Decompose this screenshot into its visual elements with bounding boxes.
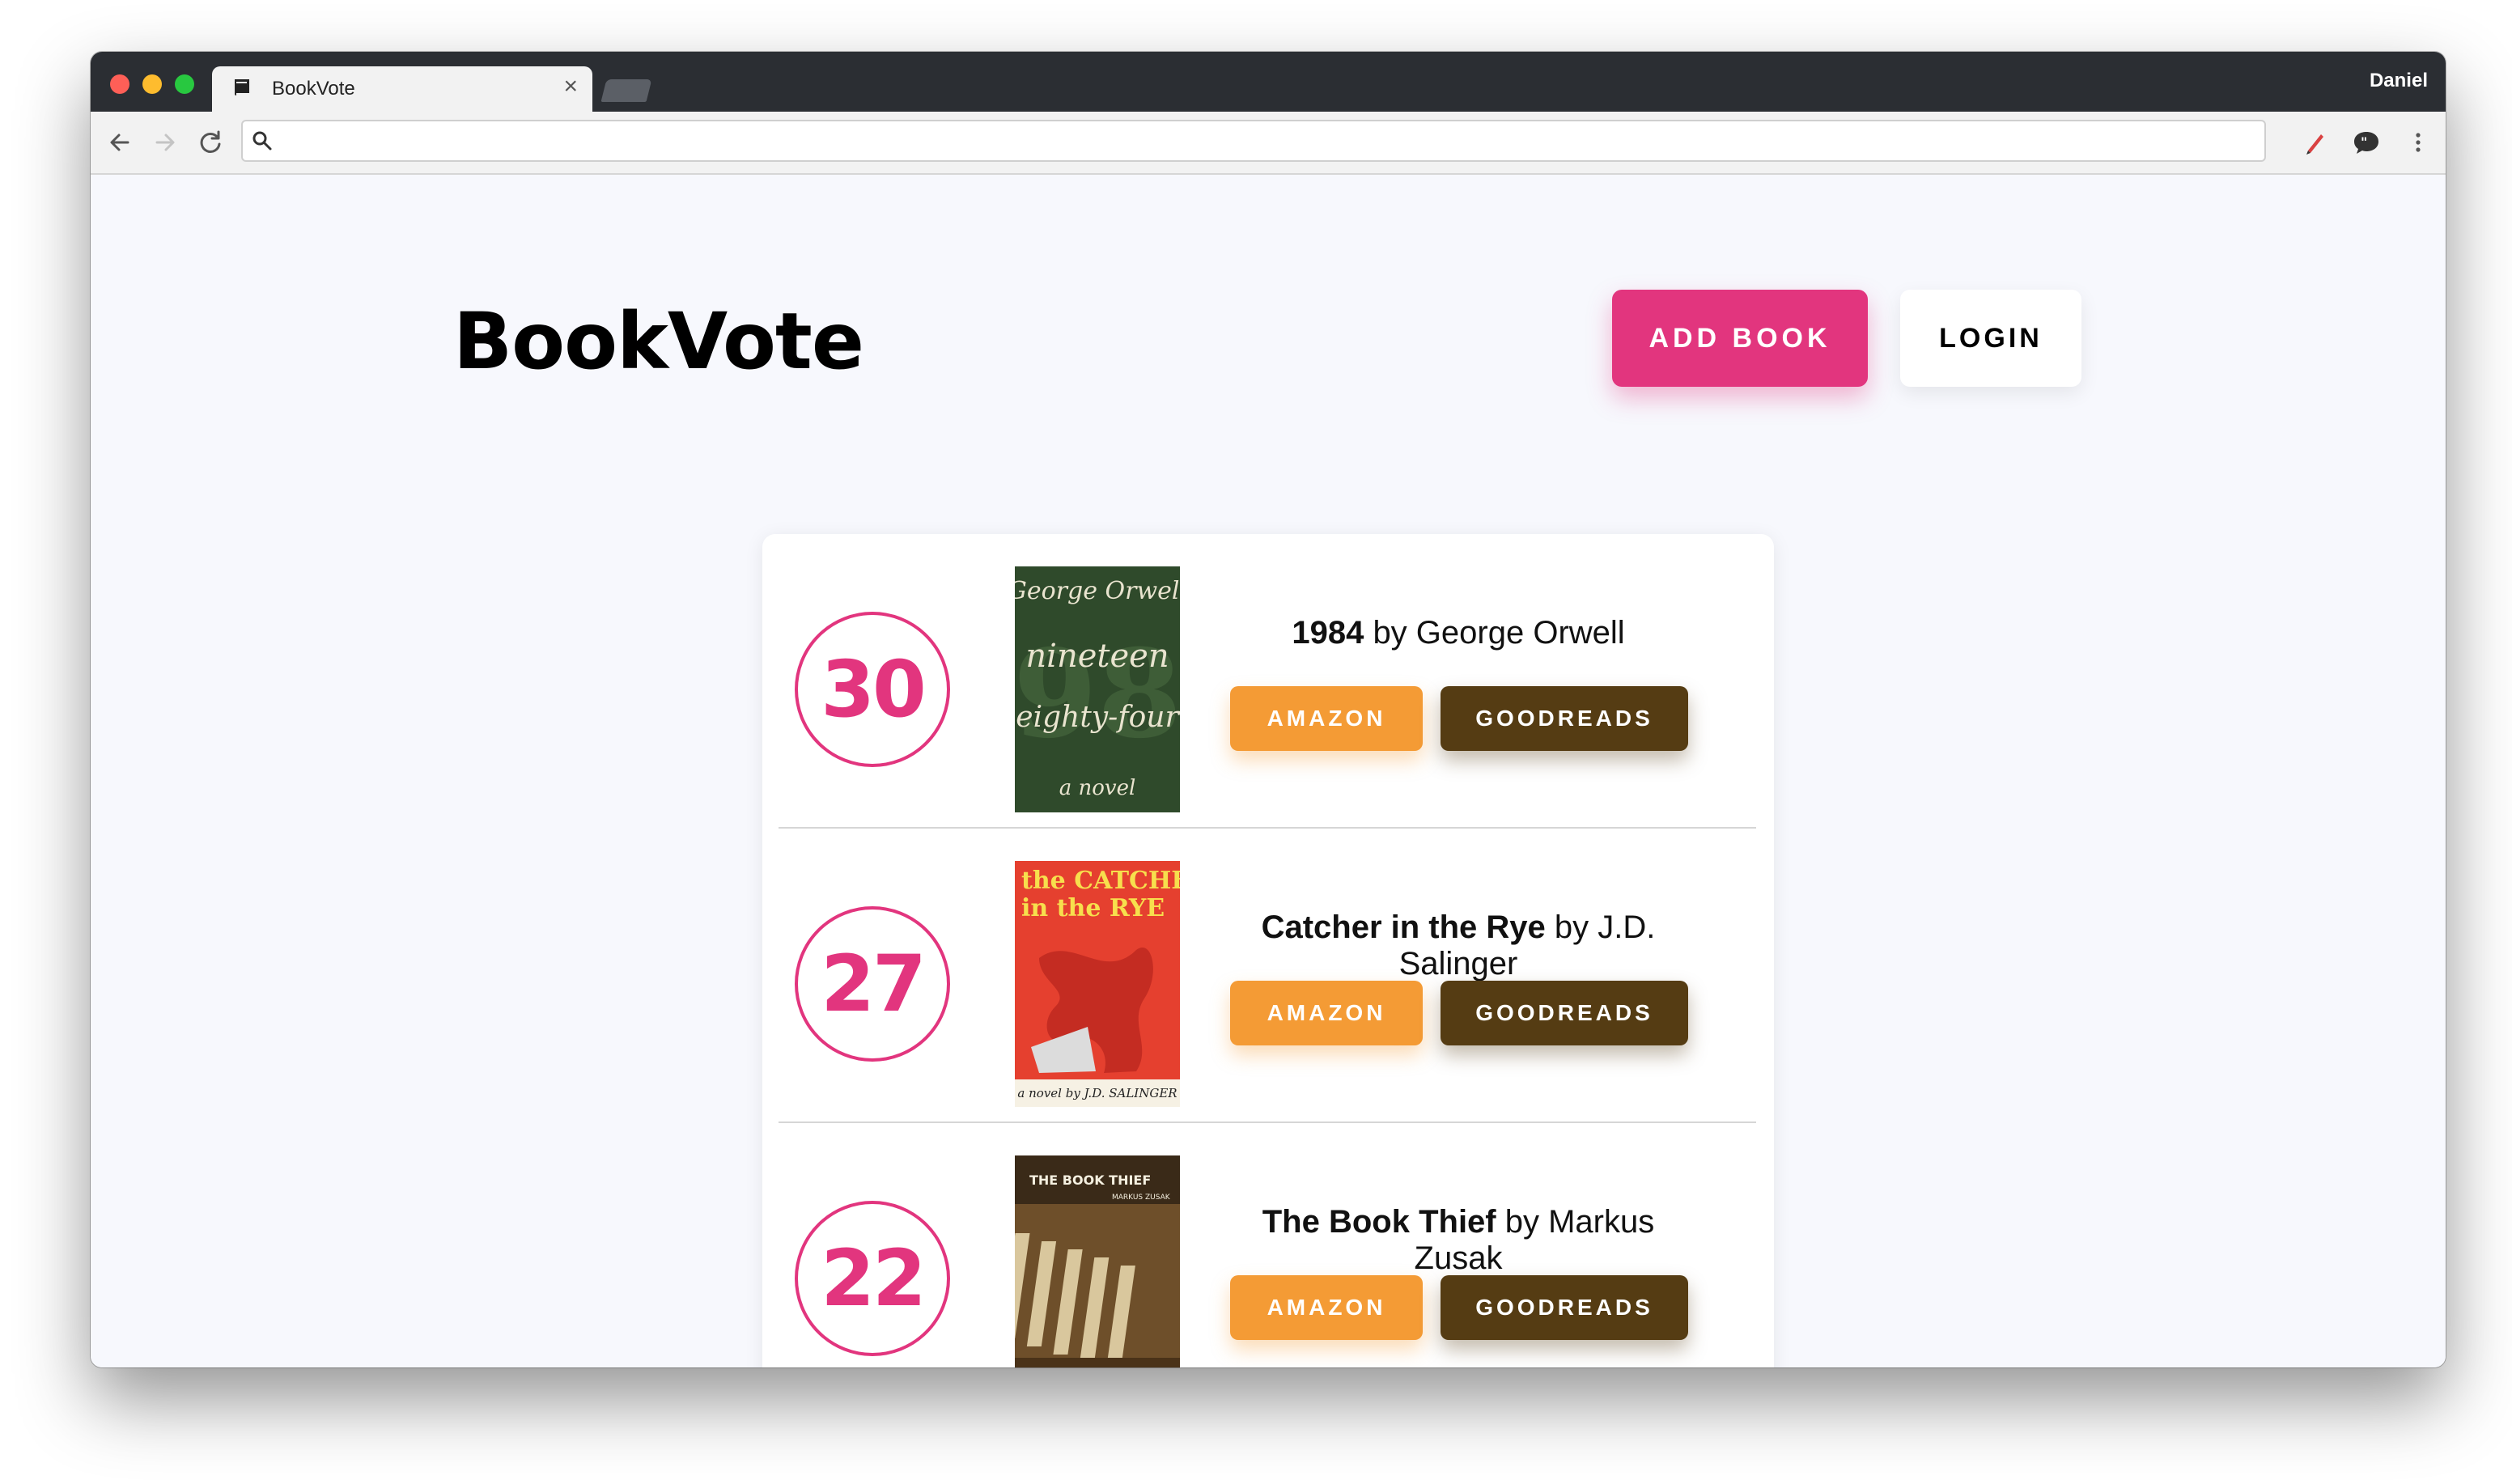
- quote-extension-icon[interactable]: ": [2350, 126, 2383, 159]
- profile-name[interactable]: Daniel: [2370, 70, 2428, 92]
- book-author: by George Orwell: [1373, 615, 1625, 651]
- vote-count[interactable]: 27: [795, 906, 950, 1062]
- amazon-button[interactable]: AMAZON: [1230, 686, 1423, 751]
- book-row: 22 THE BOOK THIEF MARKUS ZUSAK The Book …: [779, 1123, 1756, 1367]
- amazon-button[interactable]: AMAZON: [1230, 1275, 1423, 1340]
- book-heading: Catcher in the Rye by J.D. Salinger: [1216, 909, 1701, 982]
- cover-title: THE BOOK THIEF: [1029, 1172, 1151, 1188]
- pen-extension-icon[interactable]: [2298, 126, 2331, 159]
- site-title: BookVote: [453, 296, 864, 387]
- book-title: The Book Thief: [1262, 1204, 1496, 1240]
- svg-text:": ": [2361, 134, 2367, 150]
- add-book-button[interactable]: ADD BOOK: [1612, 290, 1868, 387]
- minimize-window-button[interactable]: [142, 74, 162, 94]
- book-title: 1984: [1292, 615, 1364, 651]
- more-menu-icon[interactable]: [2402, 126, 2434, 159]
- vote-count[interactable]: 30: [795, 612, 950, 767]
- cover-author: George Orwell: [1015, 577, 1180, 605]
- browser-tab[interactable]: BookVote ×: [212, 66, 592, 112]
- browser-window: BookVote × Daniel " BookVote ADD BOOK LO…: [91, 52, 2446, 1367]
- cover-byline: a novel by J.D. SALINGER: [1017, 1086, 1177, 1100]
- cover-author: MARKUS ZUSAK: [1112, 1194, 1171, 1202]
- cover-title-line-2: in the RYE: [1021, 894, 1165, 922]
- cover-title-line-1: nineteen: [1025, 638, 1169, 675]
- book-heading: The Book Thief by Markus Zusak: [1216, 1204, 1701, 1277]
- login-button[interactable]: LOGIN: [1900, 290, 2081, 387]
- goodreads-button[interactable]: GOODREADS: [1441, 981, 1688, 1045]
- address-input[interactable]: [283, 126, 2253, 157]
- reload-icon[interactable]: [194, 126, 227, 159]
- close-window-button[interactable]: [110, 74, 129, 94]
- book-icon: [235, 79, 249, 95]
- book-cover-image: the CATCHER in the RYE a novel by J.D. S…: [1015, 861, 1180, 1107]
- vote-count[interactable]: 22: [795, 1201, 950, 1356]
- book-heading: 1984 by George Orwell: [1216, 615, 1701, 651]
- book-row: 27 the CATCHER in the RYE a novel by J.D…: [779, 829, 1756, 1123]
- maximize-window-button[interactable]: [175, 74, 194, 94]
- book-title: Catcher in the Rye: [1261, 909, 1546, 945]
- goodreads-button[interactable]: GOODREADS: [1441, 1275, 1688, 1340]
- back-arrow-icon[interactable]: [104, 126, 136, 159]
- tab-close-button[interactable]: ×: [563, 74, 578, 99]
- browser-titlebar: BookVote × Daniel: [91, 52, 2446, 112]
- search-icon: [252, 131, 272, 151]
- new-tab-button[interactable]: [600, 79, 652, 102]
- address-bar[interactable]: [241, 120, 2266, 162]
- book-cover-image: 1984 George Orwell nineteen eighty-four …: [1015, 566, 1180, 812]
- tab-title: BookVote: [272, 78, 355, 100]
- cover-subtitle: a novel: [1059, 776, 1136, 800]
- cover-title-line-2: eighty-four: [1016, 701, 1180, 734]
- amazon-button[interactable]: AMAZON: [1230, 981, 1423, 1045]
- page-content: BookVote ADD BOOK LOGIN 30 1984 George O…: [91, 175, 2446, 1367]
- book-cover-image: THE BOOK THIEF MARKUS ZUSAK: [1015, 1155, 1180, 1367]
- book-list: 30 1984 George Orwell nineteen eighty-fo…: [762, 534, 1774, 1367]
- forward-arrow-icon[interactable]: [149, 126, 181, 159]
- cover-title-line-1: the CATCHER: [1021, 867, 1180, 895]
- book-row: 30 1984 George Orwell nineteen eighty-fo…: [779, 534, 1756, 829]
- goodreads-button[interactable]: GOODREADS: [1441, 686, 1688, 751]
- browser-toolbar: ": [91, 112, 2446, 175]
